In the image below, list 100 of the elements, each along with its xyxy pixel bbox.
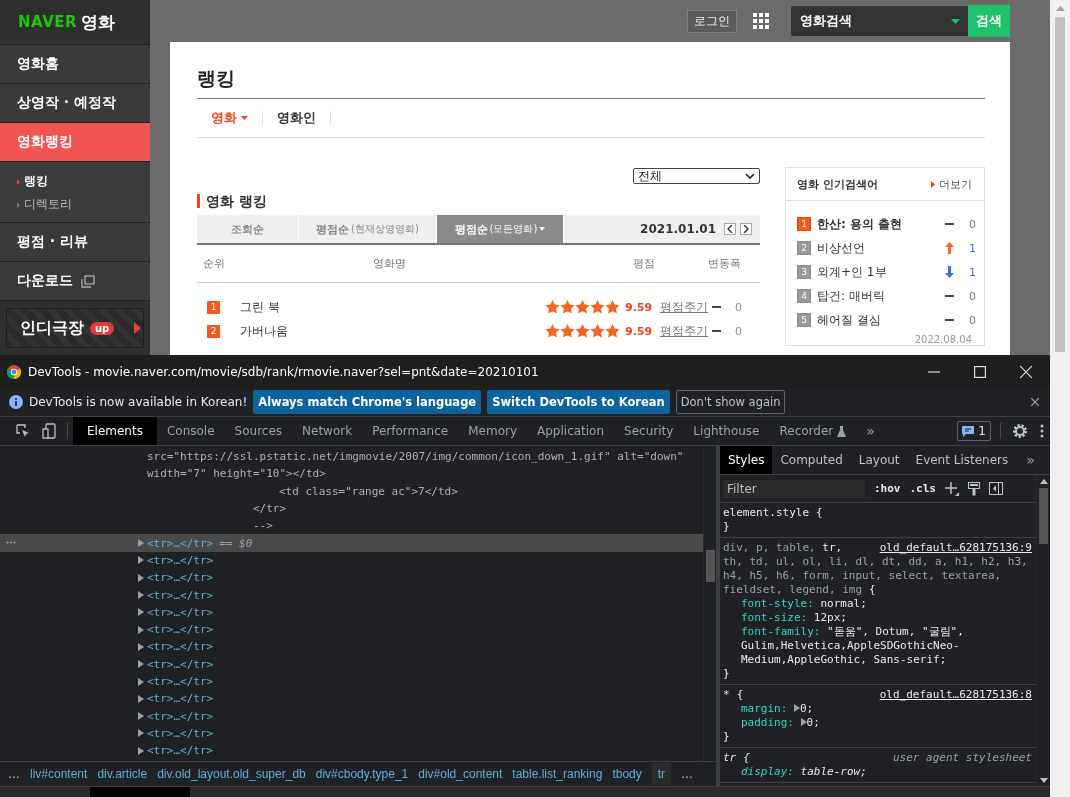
maximize-icon[interactable] <box>974 365 986 378</box>
styles-subtab[interactable]: Styles <box>720 446 773 474</box>
code-line[interactable]: <tr>…</tr> <box>147 692 214 706</box>
devtools-tab[interactable]: Sources <box>224 417 293 445</box>
breadcrumb-item[interactable]: div#old_content <box>418 767 503 781</box>
css-declaration[interactable]: margin: 0; <box>723 702 1032 716</box>
sidebar-subitem[interactable]: 랭킹 <box>0 170 150 193</box>
scrollbar-thumb[interactable] <box>705 550 715 582</box>
search-term-link[interactable]: 탑건: 매버릭 <box>817 287 945 305</box>
movie-title[interactable]: 가버나움 <box>240 322 545 340</box>
rate-link[interactable]: 평점주기 <box>660 298 712 316</box>
apps-grid-icon[interactable] <box>753 13 769 29</box>
sidebar-item[interactable]: 다운로드 <box>0 262 150 301</box>
scrollbar-thumb[interactable] <box>1055 17 1065 352</box>
more-options-icon[interactable] <box>1040 424 1044 438</box>
indie-theater-banner[interactable]: 인디극장 up <box>6 308 144 348</box>
code-line[interactable]: <tr>…</tr> <box>147 571 214 585</box>
class-toggle[interactable]: .cls <box>909 482 936 495</box>
inspect-element-icon[interactable] <box>16 424 30 438</box>
settings-icon[interactable] <box>1012 423 1028 439</box>
sidebar-item[interactable]: 영화홈 <box>0 45 150 84</box>
devtools-tab[interactable]: Performance <box>362 417 459 445</box>
next-date-button[interactable] <box>740 223 752 235</box>
search-term-link[interactable]: 비상선언 <box>817 239 945 257</box>
infobar-button[interactable]: Don't show again <box>675 390 786 414</box>
device-toolbar-icon[interactable] <box>42 423 56 439</box>
sidebar-subitem[interactable]: 디렉토리 <box>0 193 150 216</box>
code-line[interactable]: <tr>…</tr> <box>147 588 214 602</box>
devtools-tab[interactable]: Security <box>614 417 684 445</box>
code-line[interactable]: <tr>…</tr> == $0 <box>147 536 253 550</box>
breadcrumb-item[interactable]: liv#content <box>30 767 88 781</box>
filter-dropdown[interactable]: 전체 <box>633 168 760 184</box>
devtools-tab[interactable]: Application <box>527 417 615 445</box>
devtools-tab[interactable]: Console <box>156 417 225 445</box>
issues-counter[interactable]: 1 <box>957 421 991 441</box>
selected-node-row[interactable]: <tr>…</tr> == $0 <box>0 534 703 552</box>
login-button[interactable]: 로그인 <box>687 9 737 33</box>
sidebar-toggle-icon[interactable] <box>989 482 1003 495</box>
category-tab[interactable]: 영화 <box>211 111 263 125</box>
breadcrumb-overflow[interactable]: … <box>681 767 694 781</box>
sidebar-item[interactable]: 평점 · 리뷰 <box>0 223 150 262</box>
stylesheet-link[interactable]: old_default…628175136:8 <box>879 688 1032 702</box>
infobar-button[interactable]: Always match Chrome's language <box>253 390 482 414</box>
breadcrumb-item[interactable]: div.article <box>97 767 148 781</box>
breadcrumb-overflow[interactable]: … <box>8 767 20 781</box>
plus-icon[interactable] <box>945 481 959 496</box>
devtools-tab[interactable]: Elements <box>73 417 157 445</box>
hover-state-toggle[interactable]: :hov <box>874 482 901 495</box>
expand-arrow-icon[interactable] <box>138 591 144 599</box>
devtools-tab[interactable]: Recorder <box>769 417 857 445</box>
breadcrumb-item[interactable]: tr <box>651 763 672 785</box>
scrollbar[interactable] <box>703 446 716 761</box>
css-declaration[interactable]: font-size: 12px; <box>723 611 1032 625</box>
ellipsis-icon[interactable] <box>6 541 16 545</box>
code-line[interactable]: <tr>…</tr> <box>147 709 214 723</box>
more-link[interactable]: 더보기 <box>931 176 972 192</box>
search-category-dropdown[interactable]: 영화검색 <box>791 6 968 36</box>
rank-badge: 4 <box>797 289 811 303</box>
sidebar-item[interactable]: 상영작 · 예정작 <box>0 84 150 123</box>
devtools-tab[interactable]: Network <box>292 417 363 445</box>
more-tabs-button[interactable]: » <box>856 423 885 439</box>
styles-subtab[interactable]: Computed <box>772 446 851 474</box>
more-tabs-button[interactable]: » <box>1016 452 1045 468</box>
code-line[interactable]: <tr>…</tr> <box>147 744 214 758</box>
stylesheet-link[interactable]: old_default…628175136:9 <box>879 541 1032 555</box>
css-declaration[interactable]: font-style: normal; <box>723 597 1032 611</box>
devtools-tab[interactable]: Lighthouse <box>683 417 770 445</box>
search-term-link[interactable]: 외계+인 1부 <box>817 263 945 281</box>
css-declaration[interactable]: display: table-row; <box>723 765 1032 779</box>
infobar-button[interactable]: Switch DevTools to Korean <box>487 390 670 414</box>
css-declaration[interactable]: font-family: "돋움", Dotum, "굴림", Gulim,Helvetica,AppleSDGothicNeo-Medium,AppleGothic, Sans-serif; <box>723 625 1032 667</box>
scrollbar-thumb[interactable] <box>1039 488 1048 544</box>
scrollbar[interactable] <box>1036 475 1050 786</box>
code-line[interactable]: <tr>…</tr> <box>147 605 214 619</box>
page-scrollbar[interactable] <box>1050 0 1070 797</box>
movie-title[interactable]: 그린 북 <box>240 298 545 316</box>
code-line[interactable]: <tr>…</tr> <box>147 726 214 740</box>
breadcrumb-item[interactable]: div.old_layout.old_super_db <box>157 767 306 781</box>
filter-field[interactable]: Filter <box>723 479 865 498</box>
rate-link[interactable]: 평점주기 <box>660 322 712 340</box>
search-term-link[interactable]: 헤어질 결심 <box>817 311 945 329</box>
code-line[interactable]: <tr>…</tr> <box>147 640 214 654</box>
code-line[interactable]: <tr>…</tr> <box>147 623 214 637</box>
breadcrumb-item[interactable]: table.list_ranking <box>512 767 603 781</box>
scroll-down-icon[interactable] <box>1039 778 1048 783</box>
previous-date-button[interactable] <box>724 223 736 235</box>
scroll-up-icon[interactable] <box>1039 479 1048 484</box>
css-declaration[interactable]: padding: 0; <box>723 716 1032 730</box>
paint-brush-icon[interactable] <box>968 481 980 496</box>
devtools-tab[interactable]: Memory <box>458 417 527 445</box>
search-term-link[interactable]: 한산: 용의 출현 <box>817 215 945 233</box>
breadcrumb-item[interactable]: tbody <box>612 767 642 781</box>
close-icon[interactable] <box>1031 398 1039 406</box>
styles-subtab[interactable]: Event Listeners <box>907 446 1017 474</box>
code-line[interactable]: <tr>…</tr> <box>147 553 214 567</box>
styles-subtab[interactable]: Layout <box>850 446 908 474</box>
category-tab[interactable]: 영화인 <box>277 111 331 125</box>
breadcrumb-item[interactable]: div#cbody.type_1 <box>315 767 409 781</box>
code-line[interactable]: <tr>…</tr> <box>147 675 214 688</box>
code-line[interactable]: <tr>…</tr> <box>147 657 214 671</box>
